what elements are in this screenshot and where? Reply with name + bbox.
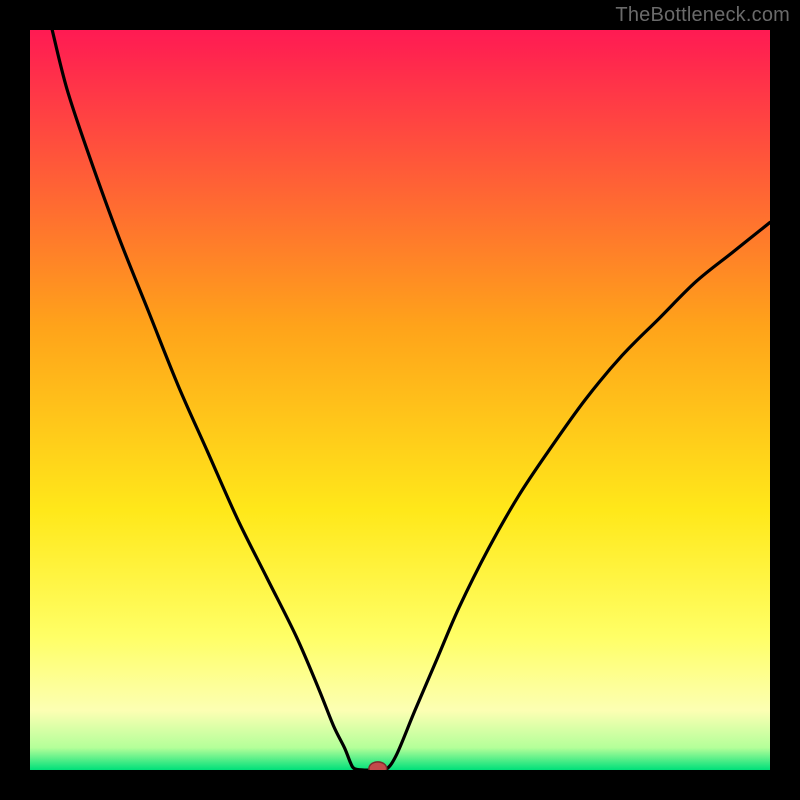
- plot-area: [30, 30, 770, 770]
- plot-svg: [30, 30, 770, 770]
- chart-frame: TheBottleneck.com: [0, 0, 800, 800]
- gradient-background: [30, 30, 770, 770]
- watermark-text: TheBottleneck.com: [615, 4, 790, 27]
- bottleneck-marker: [369, 762, 387, 770]
